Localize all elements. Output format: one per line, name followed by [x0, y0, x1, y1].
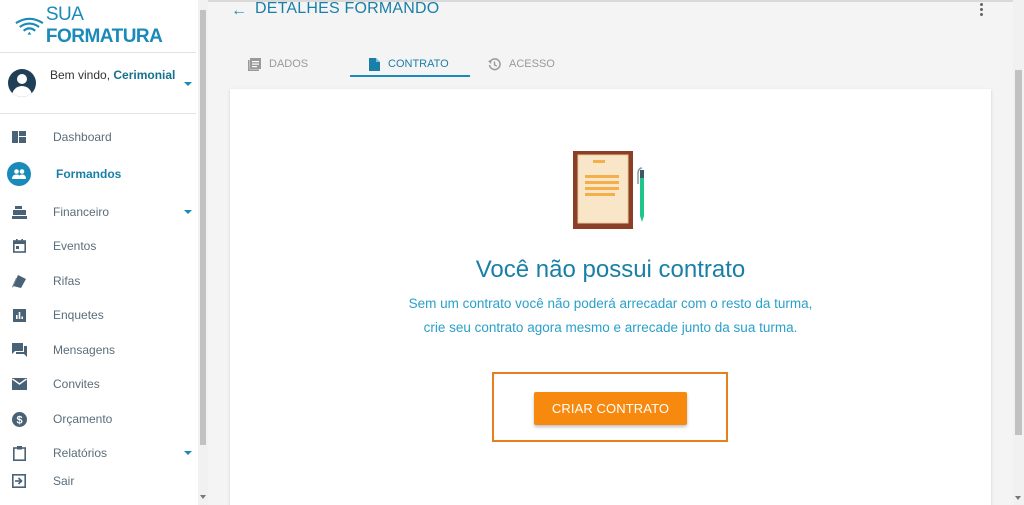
brand-name: SUA FORMATURA	[45, 4, 163, 47]
sidebar-divider	[0, 113, 196, 114]
chevron-down-icon[interactable]	[184, 82, 192, 86]
sidebar-item-mensagens[interactable]: Mensagens	[0, 335, 196, 365]
contract-illustration-icon	[573, 151, 644, 229]
chat-icon	[11, 342, 27, 358]
user-menu[interactable]: Bem vindo, Cerimonial	[8, 66, 194, 102]
calendar-icon	[11, 238, 27, 254]
page-title: DETALHES FORMANDO	[255, 0, 440, 17]
sidebar-item-dashboard[interactable]: Dashboard	[0, 122, 196, 152]
dashboard-icon	[11, 129, 27, 145]
tab-contrato[interactable]: CONTRATO	[369, 50, 449, 78]
chevron-down-icon[interactable]	[184, 451, 192, 455]
document-icon	[369, 57, 380, 71]
cash-register-icon	[11, 204, 27, 220]
empty-state-description-line-1: Sem um contrato você não poderá arrecada…	[408, 296, 813, 311]
empty-state-title: Você não possui contrato	[475, 256, 746, 283]
active-tab-indicator	[350, 75, 470, 77]
dollar-icon: $	[11, 411, 27, 427]
sidebar-item-orcamento[interactable]: $ Orçamento	[0, 404, 196, 434]
clipboard-icon	[11, 445, 27, 461]
more-options-icon[interactable]	[980, 3, 984, 17]
sidebar-item-relatorios[interactable]: Relatórios	[0, 438, 196, 468]
avatar	[8, 69, 36, 97]
svg-text:$: $	[16, 414, 22, 426]
create-contract-button[interactable]: CRIAR CONTRATO	[534, 392, 687, 425]
chevron-down-icon[interactable]	[184, 210, 192, 214]
people-icon	[7, 162, 31, 186]
tab-dados[interactable]: DADOS	[248, 50, 308, 78]
scroll-down-icon[interactable]	[1015, 496, 1021, 500]
sidebar-scrollbar-thumb[interactable]	[200, 10, 206, 445]
scroll-down-icon[interactable]	[200, 495, 206, 499]
sidebar-divider	[0, 52, 196, 53]
logout-icon	[11, 473, 27, 489]
brand-logo[interactable]: SUA FORMATURA	[14, 4, 198, 47]
sidebar-item-enquetes[interactable]: Enquetes	[0, 300, 196, 330]
sidebar-item-rifas[interactable]: Rifas	[0, 266, 196, 296]
tab-acesso[interactable]: ACESSO	[488, 50, 555, 78]
mail-icon	[11, 376, 27, 392]
welcome-text: Bem vindo, Cerimonial	[50, 68, 176, 82]
sidebar-item-eventos[interactable]: Eventos	[0, 231, 196, 261]
ticket-icon	[11, 273, 27, 289]
history-icon	[488, 57, 501, 71]
sidebar-item-sair[interactable]: Sair	[0, 466, 196, 496]
sidebar-item-financeiro[interactable]: Financeiro	[0, 197, 196, 227]
empty-state-description-line-2: crie seu contrato agora mesmo e arrecade…	[423, 320, 798, 335]
logo-mark-icon	[15, 17, 44, 35]
sidebar-item-formandos[interactable]: Formandos	[0, 159, 196, 189]
poll-icon	[11, 307, 27, 323]
list-icon	[248, 57, 261, 71]
back-arrow-icon[interactable]: ←	[231, 2, 247, 20]
page-scrollbar-thumb[interactable]	[1015, 70, 1022, 435]
sidebar-item-convites[interactable]: Convites	[0, 369, 196, 399]
sidebar: SUA FORMATURA Bem vindo, Cerimonial Dash…	[0, 0, 198, 505]
